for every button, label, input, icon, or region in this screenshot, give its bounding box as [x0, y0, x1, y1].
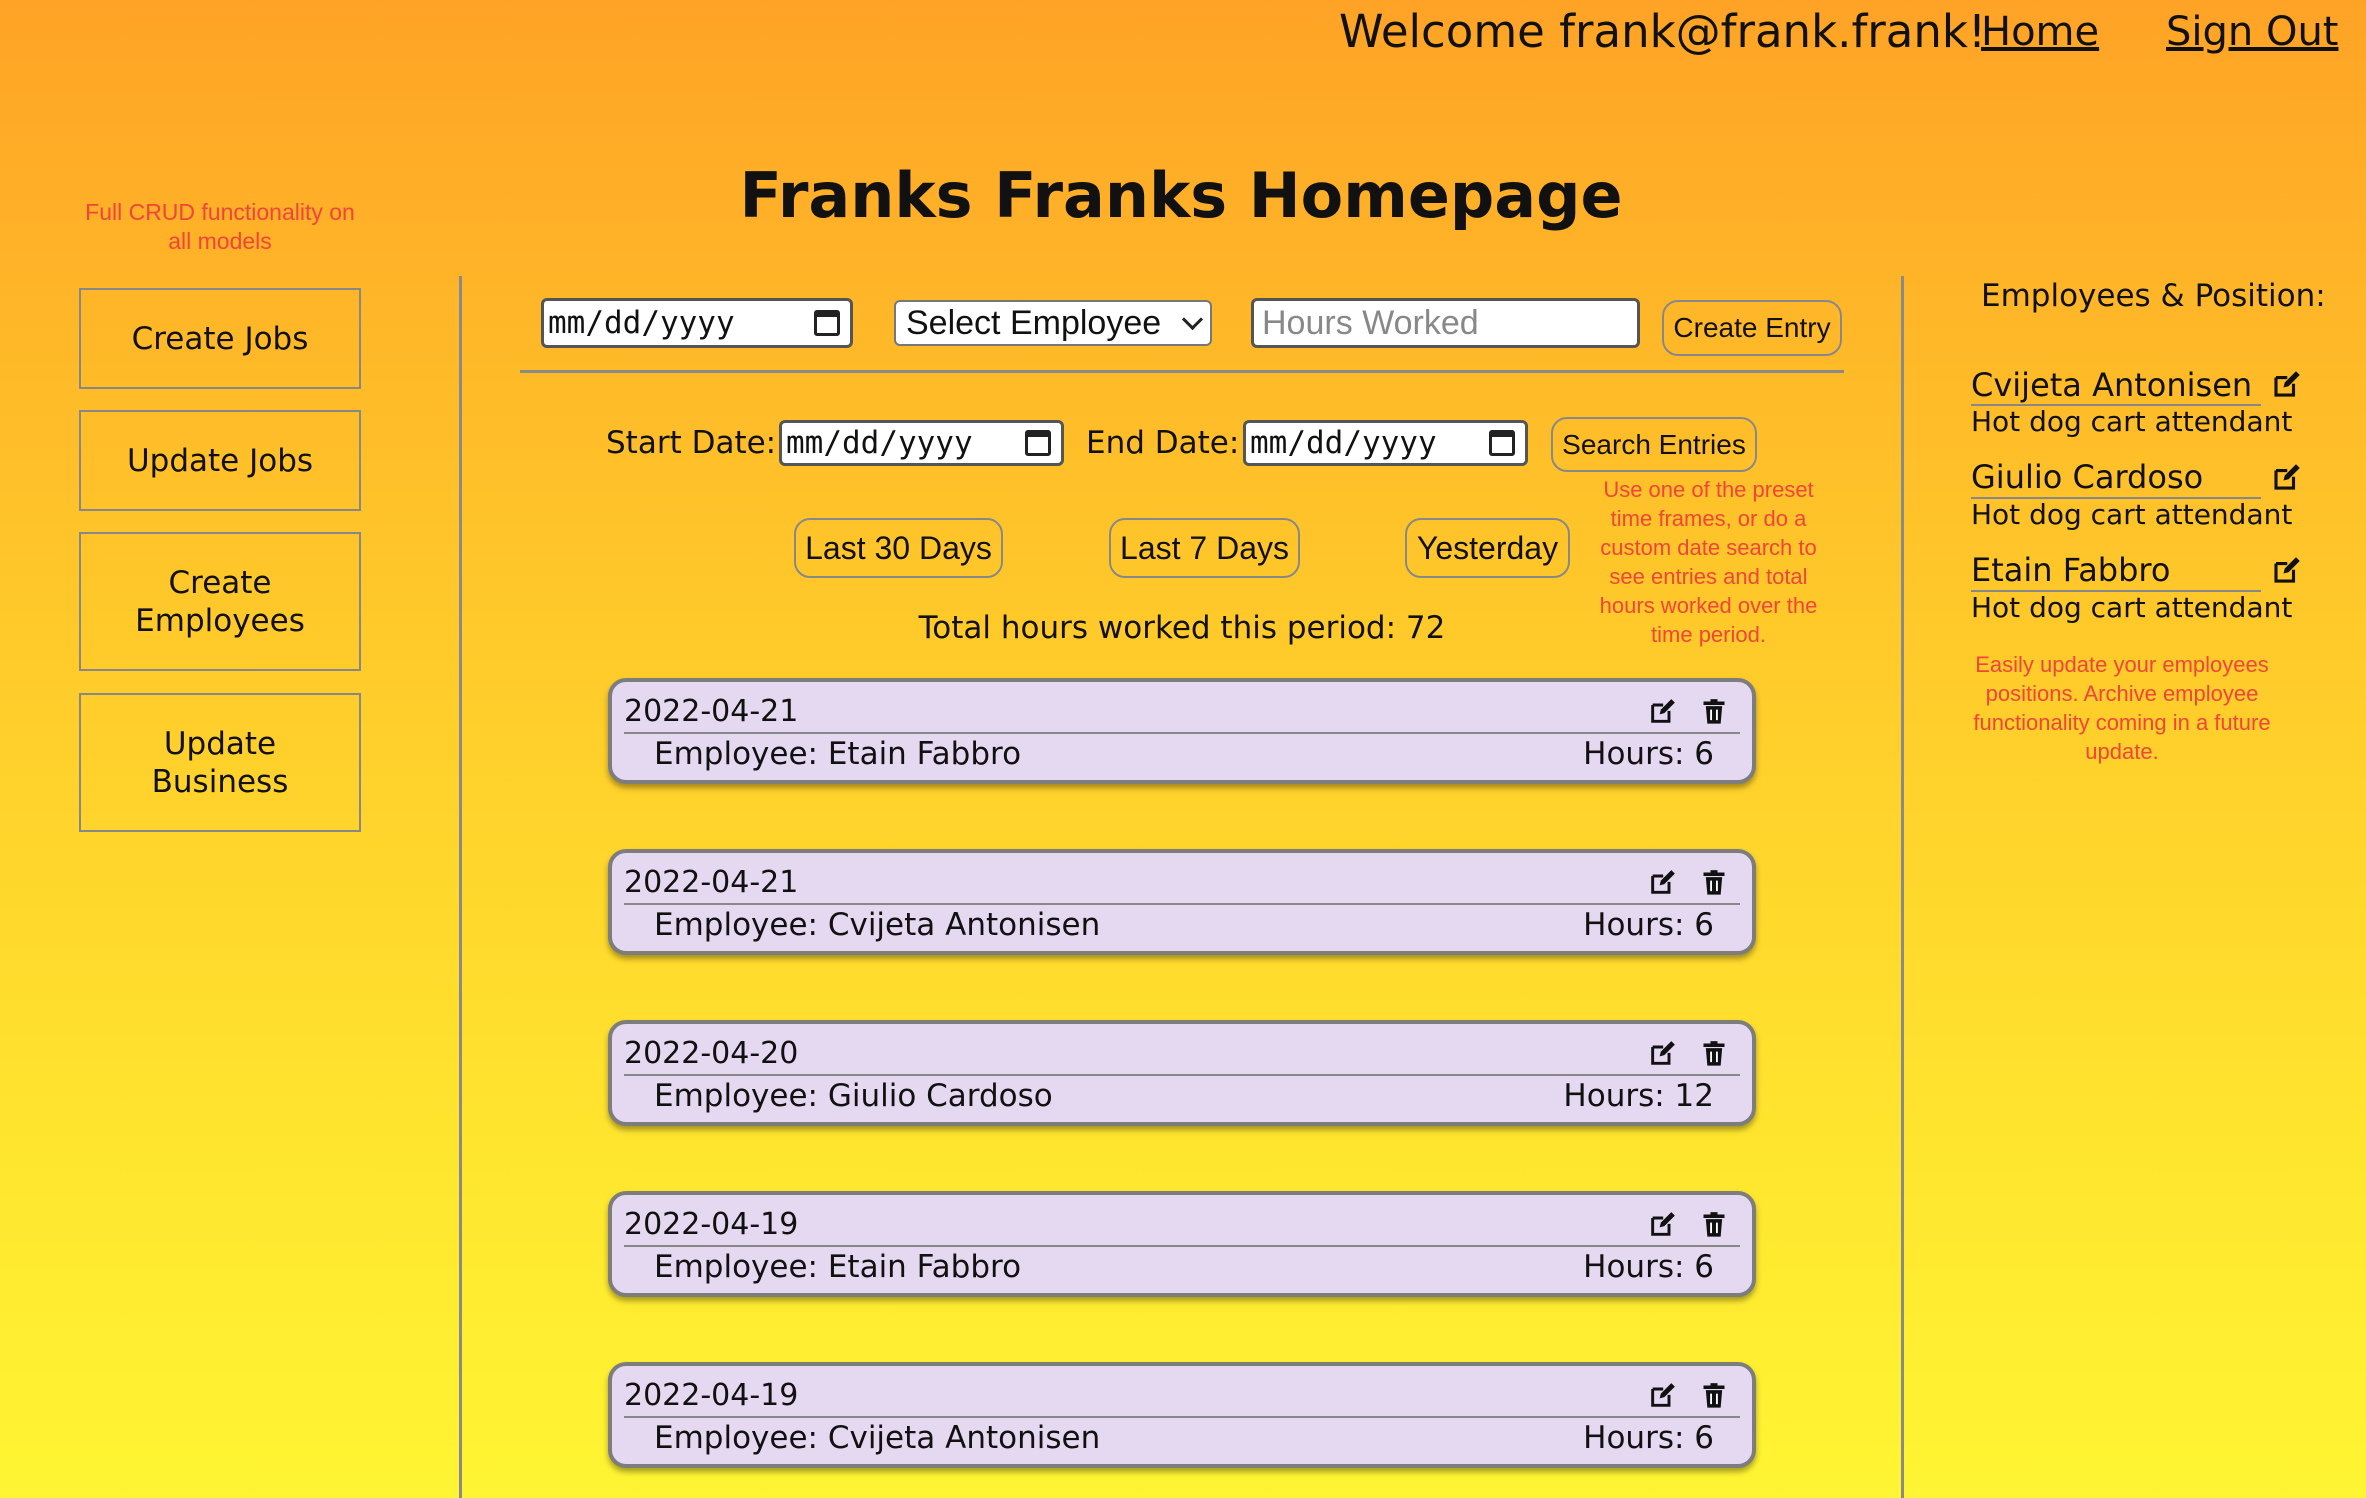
entry-card: 2022-04-20 Employee: Giulio Cardoso Hours:…	[608, 1020, 1756, 1126]
edit-icon[interactable]	[1648, 1382, 1676, 1410]
entry-employee: Employee: Etain Fabbro	[654, 1249, 1022, 1285]
total-hours-value: Total hours worked this period: 72	[918, 610, 1446, 646]
entry-hours: Hours: 6	[1583, 736, 1714, 772]
trash-icon[interactable]	[1700, 1040, 1728, 1068]
employee-name: Etain Fabbro	[1971, 551, 2171, 589]
edit-icon[interactable]	[1648, 1211, 1676, 1239]
edit-employee-icon[interactable]	[2271, 556, 2301, 586]
trash-icon[interactable]	[1700, 698, 1728, 726]
trash-icon[interactable]	[1700, 1382, 1728, 1410]
entry-hours: Hours: 6	[1583, 1249, 1714, 1285]
entry-card: 2022-04-19 Employee: Cvijeta Antonisen Hou…	[608, 1362, 1756, 1468]
entry-date: 2022-04-19	[624, 1207, 799, 1242]
sign-out-link[interactable]: Sign Out	[2166, 4, 2338, 60]
employees-heading: Employees & Position:	[1981, 278, 2326, 314]
create-employees-button[interactable]: Create Employees	[79, 532, 361, 671]
entry-date: 2022-04-19	[624, 1378, 799, 1413]
employee-select-value: Select Employee	[906, 303, 1162, 342]
employee-name: Giulio Cardoso	[1971, 458, 2204, 496]
entry-date: 2022-04-20	[624, 1036, 799, 1071]
trash-icon[interactable]	[1700, 869, 1728, 897]
create-entry-button[interactable]: Create Entry	[1662, 300, 1842, 356]
entry-card: 2022-04-21 Employee: Etain Fabbro Hours: 6	[608, 678, 1756, 784]
chevron-down-icon	[1181, 308, 1204, 330]
form-divider	[520, 370, 1844, 373]
entry-date-placeholder: mm/dd/yyyy	[548, 305, 735, 341]
entry-employee: Employee: Cvijeta Antonisen	[654, 1420, 1101, 1456]
employee-position: Hot dog cart attendant	[1971, 498, 2293, 531]
start-date-placeholder: mm/dd/yyyy	[786, 425, 973, 461]
calendar-icon[interactable]	[1489, 430, 1515, 456]
entry-hours: Hours: 6	[1583, 907, 1714, 943]
end-date-label: End Date:	[1086, 425, 1240, 461]
yesterday-button[interactable]: Yesterday	[1405, 518, 1570, 578]
update-business-button[interactable]: Update Business	[79, 693, 361, 832]
edit-icon[interactable]	[1648, 1040, 1676, 1068]
edit-icon[interactable]	[1648, 698, 1676, 726]
calendar-icon[interactable]	[1025, 430, 1051, 456]
entry-hours: Hours: 6	[1583, 1420, 1714, 1456]
edit-employee-icon[interactable]	[2271, 463, 2301, 493]
end-date-input[interactable]: mm/dd/yyyy	[1243, 420, 1528, 466]
employees-note: Easily update your employees positions. …	[1973, 652, 2271, 764]
entry-card: 2022-04-19 Employee: Etain Fabbro Hours: 6	[608, 1191, 1756, 1297]
employee-name: Cvijeta Antonisen	[1971, 366, 2253, 404]
end-date-placeholder: mm/dd/yyyy	[1250, 425, 1437, 461]
entry-card: 2022-04-21 Employee: Cvijeta Antonisen Hou…	[608, 849, 1756, 955]
welcome-text: Welcome frank@frank.frank!	[1339, 5, 1986, 58]
hours-worked-placeholder: Hours Worked	[1262, 303, 1479, 342]
edit-employee-icon[interactable]	[2271, 370, 2301, 400]
entry-employee: Employee: Giulio Cardoso	[654, 1078, 1053, 1114]
update-jobs-button[interactable]: Update Jobs	[79, 410, 361, 511]
crud-note: Full CRUD functionality on all models	[85, 199, 355, 254]
employee-select[interactable]: Select Employee	[894, 300, 1212, 346]
trash-icon[interactable]	[1700, 1211, 1728, 1239]
page-title-text: Franks Franks Homepage	[739, 159, 1623, 232]
employee-position: Hot dog cart attendant	[1971, 591, 2293, 624]
entry-date-input[interactable]: mm/dd/yyyy	[541, 298, 853, 348]
edit-icon[interactable]	[1648, 869, 1676, 897]
hours-worked-input[interactable]: Hours Worked	[1251, 298, 1640, 348]
create-jobs-button[interactable]: Create Jobs	[79, 288, 361, 389]
entry-date: 2022-04-21	[624, 865, 799, 900]
entry-date: 2022-04-21	[624, 694, 799, 729]
last-7-days-button[interactable]: Last 7 Days	[1109, 518, 1300, 578]
calendar-icon[interactable]	[814, 310, 840, 336]
left-divider	[459, 276, 462, 1498]
start-date-input[interactable]: mm/dd/yyyy	[779, 420, 1064, 466]
start-date-label: Start Date:	[606, 425, 777, 461]
entry-employee: Employee: Etain Fabbro	[654, 736, 1022, 772]
right-divider	[1901, 276, 1904, 1498]
home-link[interactable]: Home	[1981, 4, 2099, 60]
last-30-days-button[interactable]: Last 30 Days	[794, 518, 1003, 578]
entry-employee: Employee: Cvijeta Antonisen	[654, 907, 1101, 943]
entry-hours: Hours: 12	[1563, 1078, 1714, 1114]
employee-position: Hot dog cart attendant	[1971, 405, 2293, 438]
search-entries-button[interactable]: Search Entries	[1551, 417, 1757, 472]
